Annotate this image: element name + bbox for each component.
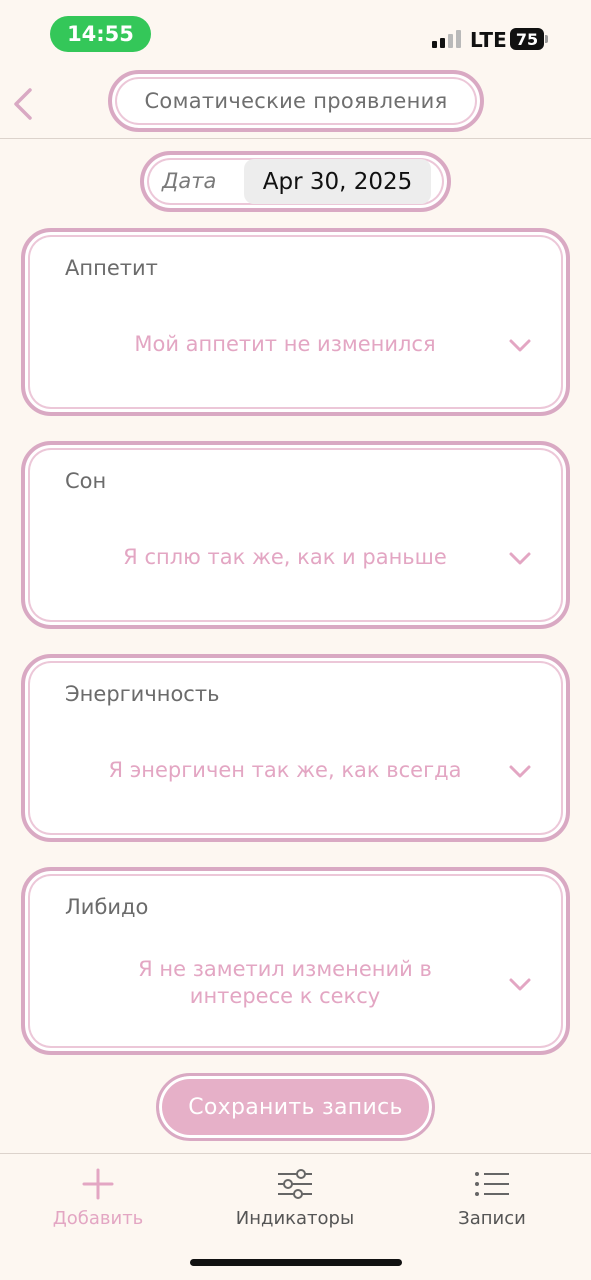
back-button[interactable] <box>8 84 38 124</box>
plus-icon <box>82 1168 114 1200</box>
card-title: Аппетит <box>65 256 158 280</box>
select-value: Я энергичен так же, как всегда <box>108 757 462 782</box>
libido-select[interactable]: Я не заметил изменений в интересе к секс… <box>65 943 535 1023</box>
card-title: Либидо <box>65 895 149 919</box>
date-label: Дата <box>162 169 217 193</box>
tab-records[interactable]: Записи <box>417 1164 567 1229</box>
card-sleep: Сон Я сплю так же, как и раньше <box>21 441 570 629</box>
card-appetite: Аппетит Мой аппетит не изменился <box>21 228 570 416</box>
card-libido: Либидо Я не заметил изменений в интересе… <box>21 867 570 1055</box>
tab-label: Записи <box>458 1208 526 1229</box>
appetite-select[interactable]: Мой аппетит не изменился <box>65 304 535 384</box>
list-icon <box>475 1172 509 1196</box>
card-energy: Энергичность Я энергичен так же, как все… <box>21 654 570 842</box>
status-time: 14:55 <box>50 16 151 52</box>
chevron-down-icon <box>509 339 531 352</box>
sliders-icon <box>278 1169 312 1199</box>
select-value: Я не заметил изменений в интересе к секс… <box>138 957 432 1008</box>
card-title: Сон <box>65 469 107 493</box>
sleep-select[interactable]: Я сплю так же, как и раньше <box>65 517 535 597</box>
screen: 14:55 LTE 75 Соматические проявления Дат… <box>0 0 591 1280</box>
tab-add[interactable]: Добавить <box>23 1164 173 1229</box>
signal-icon <box>432 30 461 48</box>
battery-level: 75 <box>515 29 539 49</box>
tab-label: Добавить <box>52 1208 144 1229</box>
header-divider <box>0 138 591 139</box>
chevron-left-icon <box>14 88 32 120</box>
home-indicator[interactable] <box>190 1259 402 1266</box>
select-value: Мой аппетит не изменился <box>134 331 436 356</box>
card-title: Энергичность <box>65 682 220 706</box>
network-label: LTE <box>470 28 507 52</box>
select-value: Я сплю так же, как и раньше <box>123 544 447 569</box>
chevron-down-icon <box>509 978 531 991</box>
save-button[interactable]: Сохранить запись <box>156 1073 435 1141</box>
energy-select[interactable]: Я энергичен так же, как всегда <box>65 730 535 810</box>
page-title: Соматические проявления <box>108 70 484 132</box>
status-bar: 14:55 LTE 75 <box>0 0 591 66</box>
tab-indicators[interactable]: Индикаторы <box>220 1164 370 1229</box>
chevron-down-icon <box>509 765 531 778</box>
battery-icon: 75 <box>510 28 548 50</box>
date-value-button[interactable]: Apr 30, 2025 <box>244 159 431 204</box>
chevron-down-icon <box>509 552 531 565</box>
date-picker: Дата Apr 30, 2025 <box>140 151 451 212</box>
tab-label: Индикаторы <box>235 1208 355 1229</box>
